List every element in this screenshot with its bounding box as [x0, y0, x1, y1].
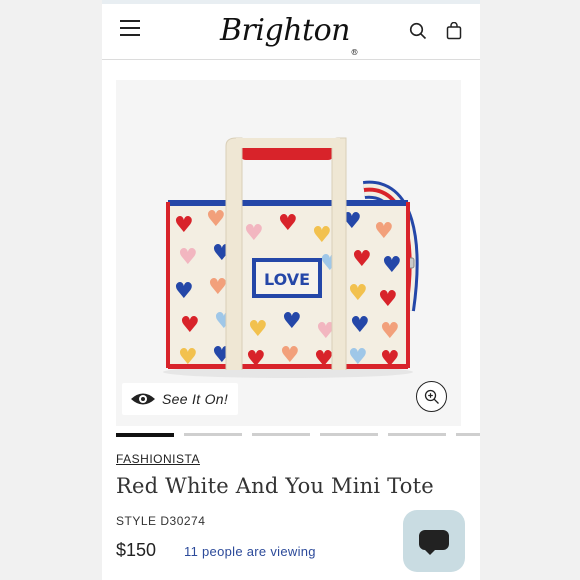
pagination-dot[interactable]	[388, 433, 446, 436]
pagination-dot[interactable]	[320, 433, 378, 436]
svg-text:♥: ♥	[282, 309, 302, 334]
site-header: Brighton ®	[102, 4, 480, 60]
product-page: Brighton ® ♥ ♥ ♥ ♥ ♥ ♥ ♥ ♥ ♥ ♥ ♥ ♥ ♥ ♥ ♥…	[102, 0, 480, 580]
svg-text:♥: ♥	[382, 253, 402, 278]
product-title: Red White And You Mini Tote	[116, 474, 434, 498]
pagination-dot[interactable]	[184, 433, 242, 436]
svg-text:♥: ♥	[380, 319, 400, 344]
zoom-button[interactable]	[416, 381, 447, 412]
svg-text:♥: ♥	[208, 275, 228, 300]
svg-text:♥: ♥	[248, 317, 268, 342]
svg-text:♥: ♥	[174, 213, 194, 238]
svg-text:♥: ♥	[244, 221, 264, 246]
svg-text:♥: ♥	[378, 287, 398, 312]
svg-text:♥: ♥	[350, 313, 370, 338]
zoom-icon	[424, 389, 439, 404]
logo-text: Brighton	[220, 13, 350, 48]
product-image[interactable]: ♥ ♥ ♥ ♥ ♥ ♥ ♥ ♥ ♥ ♥ ♥ ♥ ♥ ♥ ♥ ♥ ♥ ♥ ♥ ♥ …	[116, 80, 461, 426]
chat-button[interactable]	[403, 510, 465, 572]
brand-logo[interactable]: Brighton ®	[210, 10, 360, 57]
svg-text:♥: ♥	[352, 247, 372, 272]
svg-text:♥: ♥	[312, 223, 332, 248]
svg-text:♥: ♥	[174, 279, 194, 304]
see-it-on-button[interactable]: See It On!	[122, 383, 238, 415]
svg-text:♥: ♥	[178, 245, 198, 270]
pagination-dot[interactable]	[116, 433, 174, 437]
pagination-dot[interactable]	[252, 433, 310, 436]
product-price: $150	[116, 540, 157, 560]
svg-text:♥: ♥	[278, 211, 298, 236]
svg-text:♥: ♥	[348, 281, 368, 306]
see-it-on-label: See It On!	[162, 391, 229, 407]
gallery-pagination	[116, 433, 480, 437]
product-gallery[interactable]: ♥ ♥ ♥ ♥ ♥ ♥ ♥ ♥ ♥ ♥ ♥ ♥ ♥ ♥ ♥ ♥ ♥ ♥ ♥ ♥ …	[116, 80, 461, 426]
logo-registered-mark: ®	[350, 48, 359, 57]
viewers-count: 11 people are viewing	[184, 544, 316, 559]
style-number: STYLE D30274	[116, 514, 206, 528]
eye-icon	[131, 393, 155, 405]
svg-text:♥: ♥	[180, 313, 200, 338]
menu-icon[interactable]	[120, 20, 140, 38]
search-icon[interactable]	[409, 22, 427, 40]
love-patch-text: LOVE	[264, 270, 310, 289]
chat-bubble-icon	[419, 530, 449, 555]
svg-text:♥: ♥	[206, 207, 226, 232]
bag-icon[interactable]	[445, 22, 463, 40]
svg-text:♥: ♥	[374, 219, 394, 244]
collection-link[interactable]: FASHIONISTA	[116, 452, 200, 466]
pagination-dot[interactable]	[456, 433, 480, 436]
